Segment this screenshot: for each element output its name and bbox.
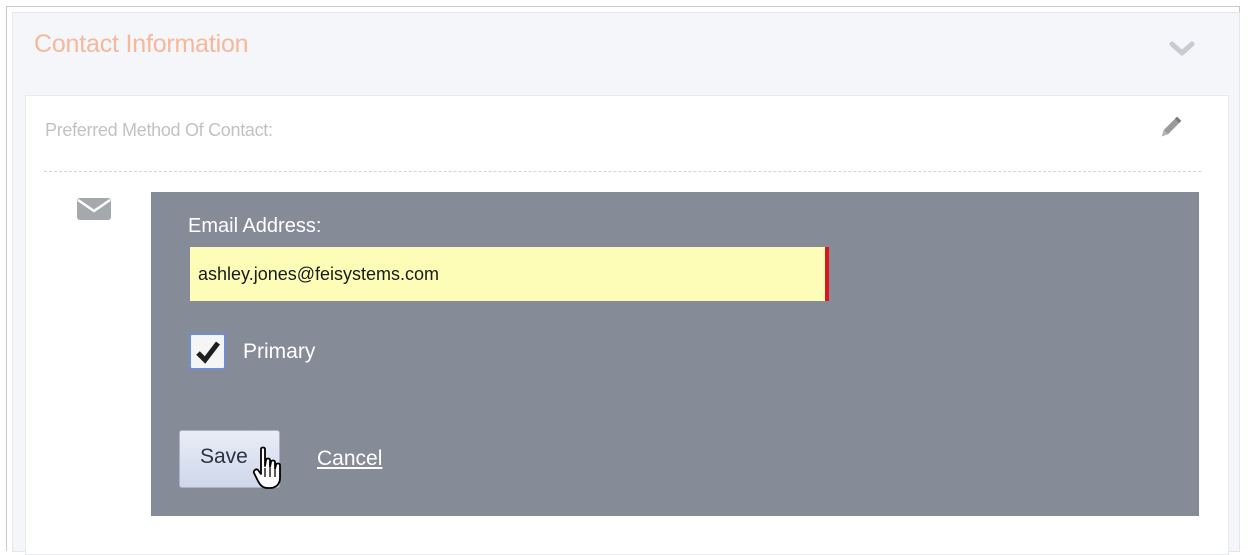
envelope-icon (77, 198, 111, 220)
divider (44, 171, 1201, 172)
preferred-method-label: Preferred Method Of Contact: (45, 120, 273, 140)
chevron-down-icon[interactable] (1168, 38, 1196, 60)
email-address-label: Email Address: (188, 215, 322, 237)
hand-cursor-icon (252, 446, 281, 489)
cancel-link[interactable]: Cancel (317, 447, 382, 471)
section-title: Contact Information (34, 30, 249, 58)
checkmark-icon (196, 341, 220, 364)
email-address-input[interactable] (190, 247, 829, 301)
pencil-icon[interactable] (1155, 113, 1185, 143)
primary-checkbox[interactable] (189, 333, 226, 370)
primary-label: Primary (243, 340, 316, 363)
